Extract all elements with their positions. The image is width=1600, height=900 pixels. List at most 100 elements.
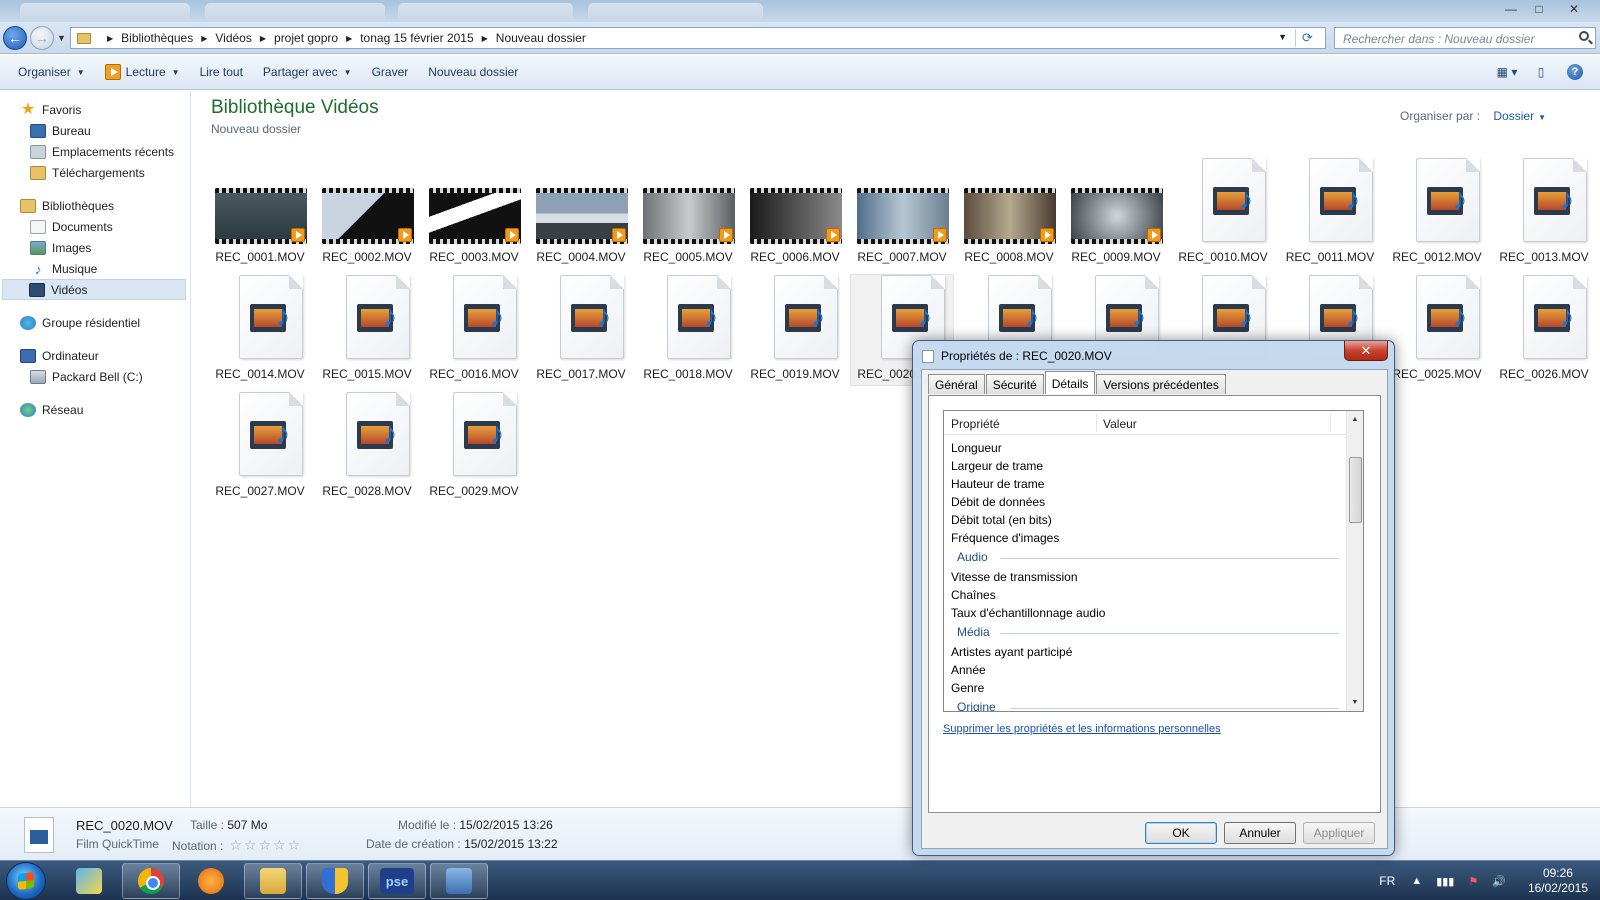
remove-properties-link[interactable]: Supprimer les propriétés et les informat… bbox=[943, 723, 1221, 735]
play-all-button[interactable]: Lire tout bbox=[190, 60, 253, 84]
file-item[interactable]: REC_0001.MOV bbox=[208, 157, 312, 269]
sidebar-item-homegroup[interactable]: Groupe résidentiel bbox=[0, 312, 190, 333]
background-tab[interactable] bbox=[205, 3, 385, 21]
new-folder-button[interactable]: Nouveau dossier bbox=[418, 60, 528, 84]
close-window-button[interactable]: ✕ bbox=[1554, 0, 1594, 18]
file-item[interactable]: ♪ REC_0026.MOV bbox=[1492, 274, 1596, 386]
dialog-close-button[interactable]: ✕ bbox=[1344, 341, 1388, 361]
scroll-down-arrow[interactable]: ▼ bbox=[1347, 694, 1363, 711]
sidebar-item-libraries[interactable]: Bibliothèques bbox=[0, 195, 190, 216]
sidebar-item-drive-c[interactable]: Packard Bell (C:) bbox=[0, 366, 190, 387]
taskbar-explorer[interactable] bbox=[244, 863, 302, 899]
sidebar-item-favorites[interactable]: ★ Favoris bbox=[0, 99, 190, 120]
property-list[interactable]: Propriété Valeur Longueur Largeur de tram… bbox=[943, 410, 1364, 712]
preview-pane-icon[interactable]: ▯ bbox=[1528, 61, 1554, 83]
file-item[interactable]: ♪ REC_0028.MOV bbox=[315, 391, 419, 503]
breadcrumb-date-folder[interactable]: tonag 15 février 2015 bbox=[360, 31, 473, 45]
file-item[interactable]: ♪ REC_0017.MOV bbox=[529, 274, 633, 386]
file-item[interactable]: ♪ REC_0015.MOV bbox=[315, 274, 419, 386]
file-item[interactable]: REC_0003.MOV bbox=[422, 157, 526, 269]
file-item[interactable]: REC_0007.MOV bbox=[850, 157, 954, 269]
sidebar-item-computer[interactable]: Ordinateur bbox=[0, 345, 190, 366]
show-hidden-icons[interactable]: ▲ bbox=[1411, 875, 1422, 887]
sidebar-item-music[interactable]: ♪ Musique bbox=[0, 258, 190, 279]
language-indicator[interactable]: FR bbox=[1379, 874, 1395, 888]
column-header-property[interactable]: Propriété bbox=[951, 417, 1000, 431]
property-row[interactable]: Débit de données bbox=[944, 493, 1347, 511]
taskbar-photoshop-elements[interactable]: pse bbox=[368, 863, 426, 899]
search-icon[interactable] bbox=[1579, 31, 1589, 41]
taskbar-control-panel[interactable] bbox=[430, 863, 488, 899]
file-item[interactable]: REC_0006.MOV bbox=[743, 157, 847, 269]
tab-general[interactable]: Général bbox=[928, 374, 985, 394]
file-item[interactable]: ♪ REC_0010.MOV bbox=[1171, 157, 1275, 269]
property-row[interactable]: Chaînes bbox=[944, 586, 1347, 604]
breadcrumb-current[interactable]: Nouveau dossier bbox=[496, 31, 586, 45]
organize-button[interactable]: Organiser ▼ bbox=[8, 60, 95, 84]
file-item[interactable]: REC_0004.MOV bbox=[529, 157, 633, 269]
taskbar-media-player[interactable] bbox=[182, 863, 240, 899]
chevron-right-icon[interactable]: ▶ bbox=[260, 34, 266, 43]
search-input[interactable]: Rechercher dans : Nouveau dossier bbox=[1334, 27, 1596, 49]
tab-security[interactable]: Sécurité bbox=[985, 374, 1044, 394]
chevron-down-icon[interactable]: ▼ bbox=[1538, 113, 1546, 122]
property-row[interactable]: Longueur bbox=[944, 439, 1347, 457]
cancel-button[interactable]: Annuler bbox=[1224, 822, 1296, 844]
background-tab[interactable] bbox=[20, 3, 190, 21]
play-button[interactable]: Lecture ▼ bbox=[95, 60, 190, 84]
file-item[interactable]: ♪ REC_0019.MOV bbox=[743, 274, 847, 386]
file-item[interactable]: ♪ REC_0027.MOV bbox=[208, 391, 312, 503]
property-row[interactable]: Hauteur de trame bbox=[944, 475, 1347, 493]
property-row[interactable]: Fréquence d'images bbox=[944, 529, 1347, 547]
property-row[interactable]: Largeur de trame bbox=[944, 457, 1347, 475]
property-row[interactable]: Artistes ayant participé bbox=[944, 643, 1347, 661]
action-center-flag-icon[interactable]: ⚑ bbox=[1468, 875, 1478, 888]
file-item[interactable]: ♪ REC_0016.MOV bbox=[422, 274, 526, 386]
start-button[interactable] bbox=[6, 862, 46, 900]
file-item[interactable]: REC_0008.MOV bbox=[957, 157, 1061, 269]
sidebar-item-downloads[interactable]: Téléchargements bbox=[0, 162, 190, 183]
arrange-by-dropdown[interactable]: Dossier bbox=[1493, 109, 1534, 123]
sidebar-item-images[interactable]: Images bbox=[0, 237, 190, 258]
sidebar-item-network[interactable]: Réseau bbox=[0, 399, 190, 420]
background-tab[interactable] bbox=[588, 3, 763, 21]
help-button[interactable]: ? bbox=[1562, 61, 1588, 83]
file-item[interactable]: REC_0002.MOV bbox=[315, 157, 419, 269]
refresh-icon[interactable]: ⟳ bbox=[1295, 29, 1319, 47]
file-item[interactable]: ♪ REC_0029.MOV bbox=[422, 391, 526, 503]
rating-stars[interactable]: ☆☆☆☆☆ bbox=[229, 837, 302, 854]
file-item[interactable]: ♪ REC_0025.MOV bbox=[1385, 274, 1489, 386]
taskbar-security[interactable] bbox=[306, 863, 364, 899]
burn-button[interactable]: Graver bbox=[362, 60, 419, 84]
file-item[interactable]: ♪ REC_0013.MOV bbox=[1492, 157, 1596, 269]
tab-details[interactable]: Détails bbox=[1044, 371, 1096, 394]
scroll-thumb[interactable] bbox=[1349, 457, 1362, 523]
view-options-icon[interactable]: ▦ ▾ bbox=[1494, 61, 1520, 83]
chevron-right-icon[interactable]: ▶ bbox=[346, 34, 352, 43]
apply-button[interactable]: Appliquer bbox=[1303, 822, 1375, 844]
breadcrumb-libraries[interactable]: Bibliothèques bbox=[121, 31, 193, 45]
share-button[interactable]: Partager avec ▼ bbox=[253, 60, 362, 84]
scroll-up-arrow[interactable]: ▲ bbox=[1347, 411, 1363, 428]
ok-button[interactable]: OK bbox=[1145, 822, 1217, 844]
property-row[interactable]: Vitesse de transmission bbox=[944, 568, 1347, 586]
forward-button[interactable]: → bbox=[30, 26, 54, 50]
column-header-value[interactable]: Valeur bbox=[1096, 414, 1137, 432]
taskbar-paint[interactable] bbox=[60, 863, 118, 899]
chevron-right-icon[interactable]: ▶ bbox=[107, 34, 113, 43]
back-button[interactable]: ← bbox=[3, 26, 27, 50]
volume-icon[interactable]: 🔊 bbox=[1492, 875, 1506, 888]
signal-icon[interactable]: ▮▮▮ bbox=[1436, 875, 1454, 888]
chevron-right-icon[interactable]: ▶ bbox=[482, 34, 488, 43]
chevron-right-icon[interactable]: ▶ bbox=[201, 34, 207, 43]
sidebar-item-documents[interactable]: Documents bbox=[0, 216, 190, 237]
breadcrumb-videos[interactable]: Vidéos bbox=[215, 31, 251, 45]
sidebar-item-recent-places[interactable]: Emplacements récents bbox=[0, 141, 190, 162]
property-row[interactable]: Débit total (en bits) bbox=[944, 511, 1347, 529]
file-item[interactable]: ♪ REC_0014.MOV bbox=[208, 274, 312, 386]
address-history-dropdown[interactable]: ▼ bbox=[1278, 32, 1287, 42]
taskbar-chrome[interactable] bbox=[122, 863, 180, 899]
property-row[interactable]: Genre bbox=[944, 679, 1347, 697]
property-list-scrollbar[interactable]: ▲ ▼ bbox=[1346, 411, 1363, 711]
property-row[interactable]: Taux d'échantillonnage audio bbox=[944, 604, 1347, 622]
